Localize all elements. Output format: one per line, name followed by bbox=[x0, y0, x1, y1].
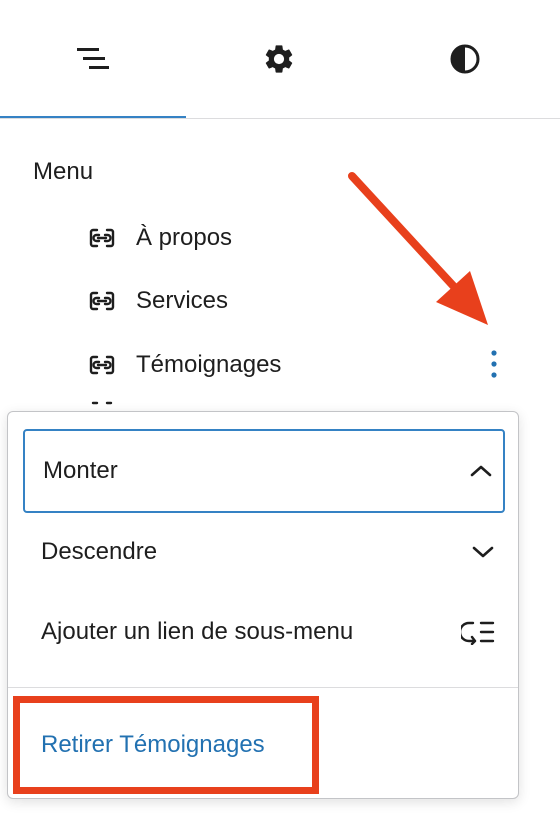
menu-item-a-propos[interactable]: À propos bbox=[86, 218, 232, 258]
block-options-dropdown: Monter Descendre Ajouter un lien de sous… bbox=[7, 411, 519, 799]
add-submenu-label: Ajouter un lien de sous-menu bbox=[41, 618, 354, 645]
remove-item-button[interactable]: Retirer Témoignages bbox=[13, 696, 319, 794]
vertical-ellipsis-icon bbox=[491, 350, 497, 378]
menu-item-label: Services bbox=[136, 287, 229, 314]
half-circle-contrast-icon bbox=[450, 44, 480, 74]
dropdown-separator bbox=[8, 687, 518, 688]
link-block-icon bbox=[86, 349, 118, 381]
move-up-label: Monter bbox=[43, 457, 118, 484]
menu-item-label: Témoignages bbox=[136, 351, 282, 378]
gear-icon bbox=[265, 45, 293, 73]
list-view-icon bbox=[77, 48, 109, 69]
menu-item-services[interactable]: Services bbox=[86, 281, 228, 321]
menu-item-label: À propos bbox=[136, 224, 233, 251]
tab-styles[interactable] bbox=[372, 0, 558, 118]
tab-list-view[interactable] bbox=[0, 0, 186, 118]
add-submenu-icon bbox=[461, 619, 505, 645]
menu-item-temoignages[interactable]: Témoignages bbox=[86, 345, 281, 385]
move-up-menu-item[interactable]: Monter bbox=[23, 429, 505, 513]
menu-title: Menu bbox=[33, 158, 94, 185]
options-button[interactable] bbox=[480, 344, 508, 384]
chevron-down-icon bbox=[461, 545, 505, 559]
sidebar-tabbar bbox=[0, 0, 560, 120]
link-block-icon bbox=[86, 285, 118, 317]
tab-settings[interactable] bbox=[186, 0, 372, 118]
link-block-icon bbox=[86, 222, 118, 254]
add-submenu-link-menu-item[interactable]: Ajouter un lien de sous-menu bbox=[23, 592, 505, 672]
move-down-label: Descendre bbox=[41, 538, 158, 565]
chevron-up-icon bbox=[459, 464, 503, 478]
remove-item-label: Retirer Témoignages bbox=[41, 731, 265, 758]
move-down-menu-item[interactable]: Descendre bbox=[23, 512, 505, 592]
tabbar-divider bbox=[0, 118, 560, 119]
